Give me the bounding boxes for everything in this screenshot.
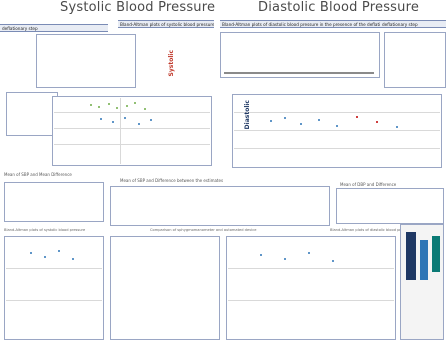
data-point: [332, 260, 334, 262]
data-point: [144, 108, 146, 110]
data-point: [300, 123, 302, 125]
bottom-center-left-plot: [110, 236, 220, 340]
data-point: [72, 258, 74, 260]
data-point: [134, 102, 136, 104]
center-mid-note: Mean of SBP and Difference between the e…: [120, 178, 224, 183]
bottom-center-right-plot: [226, 236, 396, 340]
left-mid-panel: [4, 182, 104, 222]
left-side-plot: [6, 92, 58, 136]
right-header: deflationary step: [380, 20, 446, 28]
data-point: [112, 121, 114, 123]
diastolic-title: Diastolic Blood Pressure: [258, 0, 420, 15]
bottom-center-header: Comparison of sphygmomanometer and autom…: [150, 228, 257, 232]
systolic-title: Systolic Blood Pressure: [60, 0, 216, 15]
diastolic-scatter-panel: [232, 94, 442, 168]
gridline: [228, 300, 394, 301]
right-mid-panel: [336, 188, 444, 224]
data-point: [98, 106, 100, 108]
gridline: [54, 128, 210, 129]
data-point: [308, 252, 310, 254]
data-point: [284, 258, 286, 260]
gridline: [54, 112, 210, 113]
gridline: [228, 268, 394, 269]
center-header: Bland-Altman plots of diastolic blood pr…: [220, 20, 380, 28]
gridline: [234, 130, 440, 131]
data-point: [150, 119, 152, 121]
data-point: [58, 250, 60, 252]
data-point: [108, 103, 110, 105]
gridline: [120, 98, 121, 164]
data-point: [100, 118, 102, 120]
blue-band: [420, 240, 428, 280]
gridline: [54, 144, 210, 145]
gridline: [234, 148, 440, 149]
navy-band: [406, 232, 416, 280]
data-point: [260, 254, 262, 256]
data-point: [336, 125, 338, 127]
data-point: [90, 104, 92, 106]
gridline: [234, 112, 440, 113]
teal-band: [432, 236, 440, 272]
data-point: [284, 117, 286, 119]
systolic-scatter-panel: [52, 96, 212, 166]
data-point: [44, 256, 46, 258]
reference-line: [224, 72, 374, 74]
left-sub-header: deflationary step: [0, 24, 108, 32]
center-mid-panel: [110, 186, 330, 226]
bottom-left-plot: [4, 236, 104, 340]
left-upper-plot: [36, 34, 136, 88]
bottom-left-header: Bland-Altman plots of systolic blood pre…: [4, 228, 86, 232]
data-point: [30, 252, 32, 254]
left-header: Bland-Altman plots of systolic blood pre…: [118, 20, 214, 28]
data-point: [124, 117, 126, 119]
left-mid-note: Mean of SBP and Mean Difference: [4, 172, 72, 177]
data-point: [396, 126, 398, 128]
gridline: [6, 268, 102, 269]
data-point: [356, 116, 358, 118]
data-point: [116, 107, 118, 109]
data-point: [376, 121, 378, 123]
data-point: [270, 120, 272, 122]
gridline: [6, 300, 102, 301]
data-point: [138, 123, 140, 125]
systolic-vertical-label: Systolic: [168, 50, 175, 77]
data-point: [318, 119, 320, 121]
right-mid-note: Mean of DBP and Difference: [340, 182, 397, 187]
data-point: [126, 105, 128, 107]
diastolic-vertical-label: Diastolic: [244, 100, 251, 130]
figure-canvas: Systolic Blood Pressure Diastolic Blood …: [0, 0, 448, 347]
right-side-plot: [384, 32, 446, 88]
